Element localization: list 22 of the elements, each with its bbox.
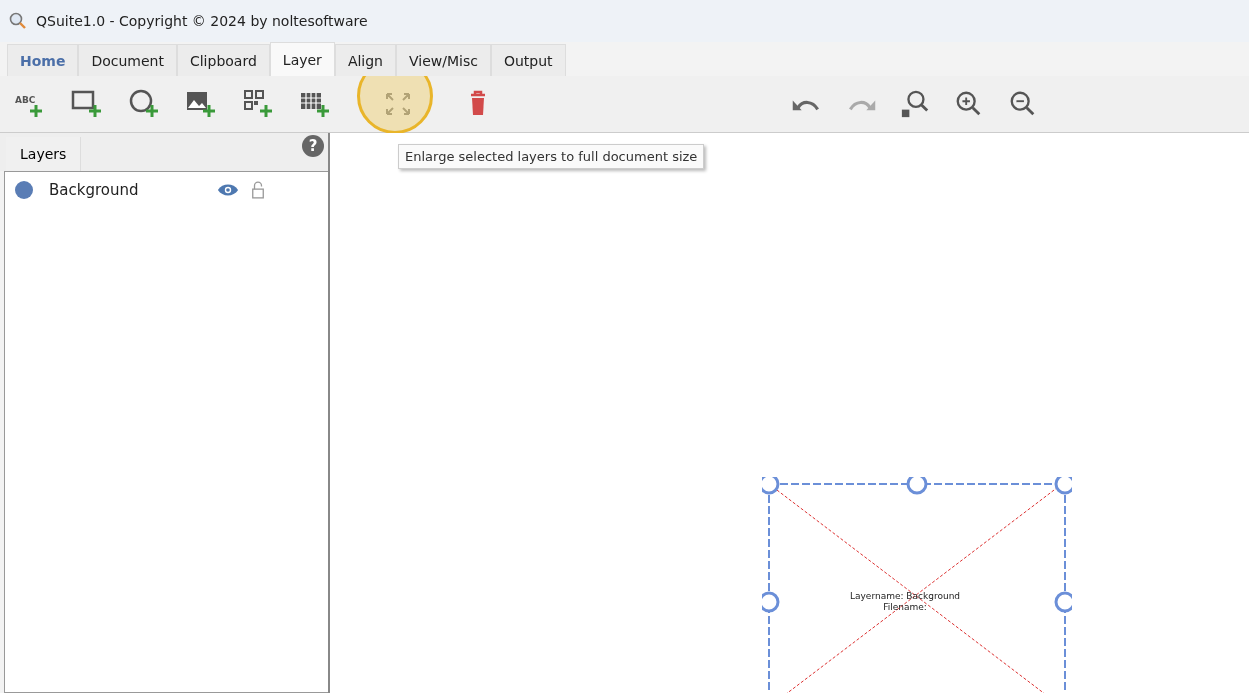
file-name-label: Filename: <box>883 602 927 613</box>
layer-item[interactable]: Background <box>5 172 328 208</box>
eye-icon[interactable] <box>217 182 239 198</box>
add-rectangle-icon[interactable] <box>71 89 103 119</box>
ribbon-tab[interactable]: Home <box>7 44 79 76</box>
magnifier-icon <box>8 11 28 31</box>
help-button[interactable]: ? <box>302 135 324 157</box>
add-circle-icon[interactable] <box>128 89 160 119</box>
window-title: QSuite1.0 - Copyright © 2024 by noltesoftware <box>36 13 368 29</box>
ribbon-tab[interactable]: Output <box>490 44 566 76</box>
add-qr-code-icon[interactable] <box>242 89 274 119</box>
zoom-fit-icon[interactable] <box>899 89 931 119</box>
ribbon-tab[interactable]: Clipboard <box>176 44 270 76</box>
ribbon-tab[interactable]: Layer <box>269 42 335 76</box>
ribbon-tab[interactable]: Document <box>78 44 177 76</box>
layer-name: Background <box>49 181 140 199</box>
layer-name-label: Layername: Background <box>850 591 961 602</box>
tooltip: Enlarge selected layers to full document size <box>398 144 705 169</box>
ribbon-tab[interactable]: View/Misc <box>396 44 491 76</box>
unlocked-lock-icon[interactable] <box>251 181 265 199</box>
ribbon-tab[interactable]: Align <box>334 44 396 76</box>
add-image-icon[interactable] <box>185 89 217 119</box>
